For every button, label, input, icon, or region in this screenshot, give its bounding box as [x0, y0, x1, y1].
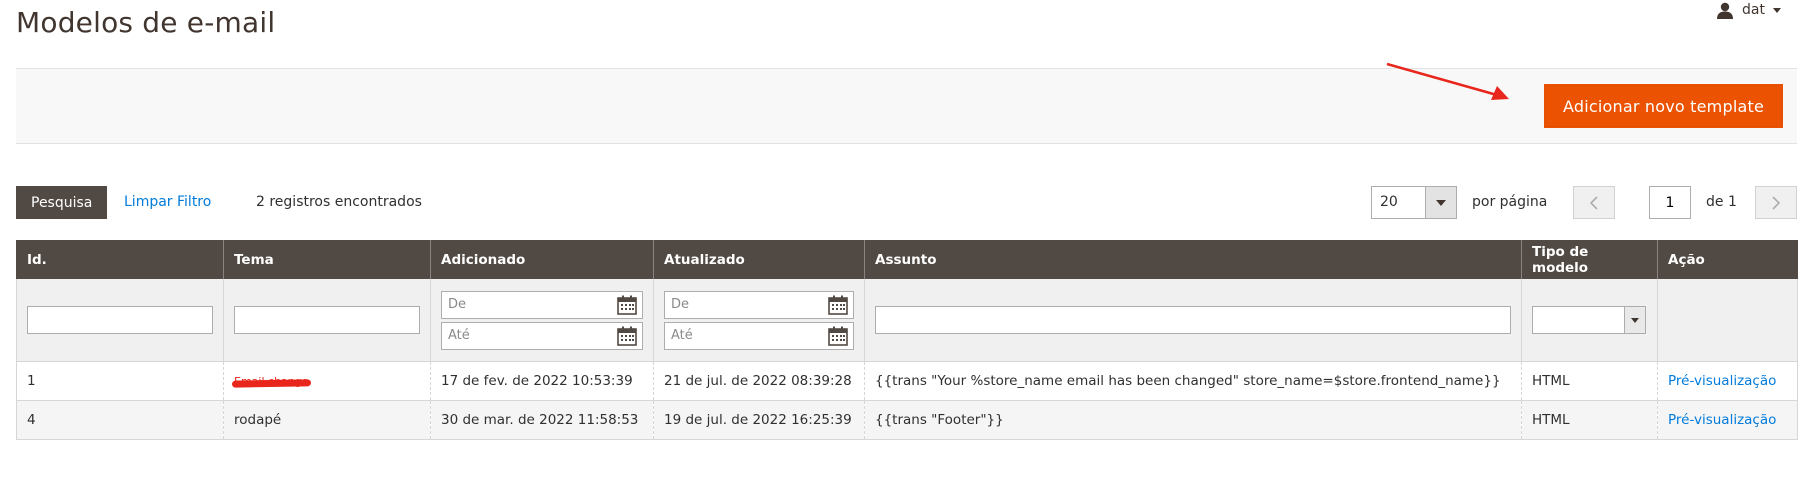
chevron-down-icon: [1773, 7, 1781, 13]
table-row[interactable]: 1 Email change 17 de fev. de 2022 10:53:…: [16, 361, 1798, 401]
user-icon: [1717, 2, 1734, 19]
email-templates-grid: Id. Tema Adicionado Atualizado Assunto T…: [16, 240, 1798, 440]
added-to-wrap: [441, 321, 643, 350]
user-name: dat: [1742, 2, 1765, 18]
redacted-text: Email change: [234, 375, 309, 388]
preview-link[interactable]: Pré-visualização: [1668, 412, 1776, 428]
page-actions-bar: Adicionar novo template: [16, 68, 1797, 144]
filter-cell-subject: [864, 279, 1522, 362]
filter-cell-updated: [653, 279, 865, 362]
cell-subject: {{trans "Your %store_name email has been…: [864, 361, 1522, 401]
updated-to-input[interactable]: [664, 321, 854, 350]
cell-tema: Email change: [223, 361, 431, 401]
cell-updated: 21 de jul. de 2022 08:39:28: [653, 361, 865, 401]
cell-type: HTML: [1521, 361, 1658, 401]
calendar-icon[interactable]: [828, 295, 848, 315]
cell-action: Pré-visualização: [1657, 361, 1798, 401]
grid-toolbar: Pesquisa Limpar Filtro 2 registros encon…: [16, 186, 1797, 220]
cell-added: 17 de fev. de 2022 10:53:39: [430, 361, 654, 401]
filter-cell-tema: [223, 279, 431, 362]
filter-cell-action: [1657, 279, 1798, 362]
table-row[interactable]: 4 rodapé 30 de mar. de 2022 11:58:53 19 …: [16, 400, 1798, 440]
annotation-arrow-icon: [1386, 62, 1509, 100]
cell-id: 4: [16, 400, 224, 440]
previous-page-button[interactable]: [1573, 186, 1615, 219]
cell-added: 30 de mar. de 2022 11:58:53: [430, 400, 654, 440]
chevron-down-icon: [1436, 199, 1446, 206]
per-page-label: por página: [1472, 194, 1548, 210]
filter-subject-input[interactable]: [875, 306, 1511, 334]
added-from-input[interactable]: [441, 290, 643, 319]
filter-cell-type: [1521, 279, 1658, 362]
total-pages-label: de 1: [1706, 194, 1737, 210]
filter-cell-id: [16, 279, 224, 362]
page-title: Modelos de e-mail: [16, 6, 276, 39]
reset-filter-link[interactable]: Limpar Filtro: [124, 194, 211, 210]
filter-cell-added: [430, 279, 654, 362]
cell-tema: rodapé: [223, 400, 431, 440]
chevron-left-icon: [1589, 195, 1598, 210]
column-header-tema[interactable]: Tema: [223, 240, 431, 279]
filter-row: [16, 279, 1798, 362]
next-page-button[interactable]: [1755, 186, 1797, 219]
user-menu[interactable]: dat: [1716, 0, 1781, 20]
filter-type-select[interactable]: [1532, 306, 1646, 334]
added-to-input[interactable]: [441, 321, 643, 350]
filter-type-dropdown-button[interactable]: [1624, 307, 1645, 333]
cell-subject: {{trans "Footer"}}: [864, 400, 1522, 440]
calendar-icon[interactable]: [617, 326, 637, 346]
updated-to-wrap: [664, 321, 854, 350]
search-button[interactable]: Pesquisa: [16, 186, 108, 219]
filter-tema-input[interactable]: [234, 306, 420, 334]
column-header-action: Ação: [1657, 240, 1798, 279]
per-page-select[interactable]: 20: [1371, 186, 1457, 219]
cell-action: Pré-visualização: [1657, 400, 1798, 440]
grid-header-row: Id. Tema Adicionado Atualizado Assunto T…: [16, 240, 1798, 279]
per-page-value: 20: [1380, 194, 1398, 210]
per-page-dropdown-button[interactable]: [1425, 187, 1456, 218]
records-count: 2 registros encontrados: [256, 194, 422, 210]
calendar-icon[interactable]: [617, 295, 637, 315]
updated-from-input[interactable]: [664, 290, 854, 319]
cell-type: HTML: [1521, 400, 1658, 440]
column-header-type[interactable]: Tipo de modelo: [1521, 240, 1658, 279]
updated-from-wrap: [664, 290, 854, 319]
chevron-down-icon: [1631, 317, 1639, 323]
chevron-right-icon: [1772, 195, 1781, 210]
preview-link[interactable]: Pré-visualização: [1668, 373, 1776, 389]
column-header-id[interactable]: Id.: [16, 240, 224, 279]
column-header-subject[interactable]: Assunto: [864, 240, 1522, 279]
added-from-wrap: [441, 290, 643, 319]
filter-id-input[interactable]: [27, 306, 213, 334]
cell-id: 1: [16, 361, 224, 401]
calendar-icon[interactable]: [828, 326, 848, 346]
current-page-input[interactable]: [1649, 186, 1691, 219]
add-new-template-button[interactable]: Adicionar novo template: [1543, 84, 1783, 128]
column-header-added[interactable]: Adicionado: [430, 240, 654, 279]
cell-updated: 19 de jul. de 2022 16:25:39: [653, 400, 865, 440]
column-header-updated[interactable]: Atualizado: [653, 240, 865, 279]
